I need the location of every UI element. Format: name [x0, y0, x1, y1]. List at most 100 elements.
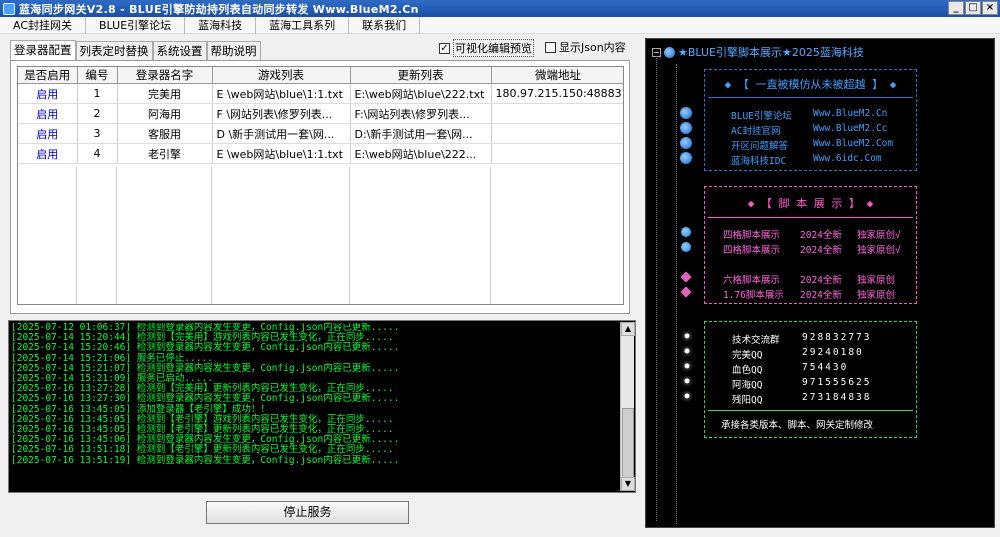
cell-game-list: F \网站列表\修罗列表...: [212, 103, 351, 124]
login-config-panel: 是否启用 编号 登录器名字 游戏列表 更新列表 微端地址 启用 1 完美用 E …: [10, 60, 630, 314]
scroll-thumb[interactable]: [622, 408, 634, 478]
minimize-button[interactable]: _: [948, 1, 964, 15]
table-row[interactable]: 启用 3 客服用 D \新手测试用一套\网... D:\新手测试用一套\网...: [18, 123, 623, 144]
scroll-down-icon[interactable]: ▼: [621, 477, 635, 491]
maximize-button[interactable]: □: [965, 1, 981, 15]
close-button[interactable]: ×: [982, 1, 998, 15]
link-url[interactable]: Www.BlueM2.Cn: [813, 108, 887, 119]
visual-edit-checkbox[interactable]: ✓: [439, 42, 450, 54]
cell-name: 阿海用: [117, 103, 213, 124]
tab-settings[interactable]: 系统设置: [152, 41, 207, 60]
stop-service-button[interactable]: 停止服务: [206, 501, 409, 524]
cell-update-list: E:\web网站\blue\222...: [350, 143, 492, 164]
qq-penguin-icon: [681, 346, 693, 360]
script-name[interactable]: 六格脚本展示: [723, 272, 780, 286]
tab-bar: 登录器配置 列表定时替换 系统设置 帮助说明: [10, 40, 261, 60]
show-json-checkbox[interactable]: [545, 41, 556, 53]
tree-root[interactable]: − ★BLUE引擎脚本展示★2025蓝海科技: [652, 44, 864, 60]
col-id[interactable]: 编号: [77, 67, 118, 84]
cell-enabled[interactable]: 启用: [18, 103, 78, 124]
col-enabled[interactable]: 是否启用: [18, 67, 78, 84]
cell-update-list: E:\web网站\blue\222.txt: [350, 83, 492, 104]
ie-icon: [680, 107, 692, 119]
cell-enabled[interactable]: 启用: [18, 143, 78, 164]
tree-line: [656, 56, 657, 521]
contact-value[interactable]: 928832773: [802, 332, 871, 343]
diamond-icon: [680, 286, 692, 298]
cell-game-list: D \新手测试用一套\网...: [212, 123, 351, 144]
contact-value[interactable]: 273184838: [802, 392, 871, 403]
menu-ac[interactable]: AC封挂网关: [0, 16, 87, 34]
menu-lanhai[interactable]: 蓝海科技: [185, 16, 257, 34]
table-row[interactable]: 启用 1 完美用 E \web网站\blue\1:1.txt E:\web网站\…: [18, 83, 623, 104]
tab-help[interactable]: 帮助说明: [206, 41, 261, 60]
cell-enabled[interactable]: 启用: [18, 123, 78, 144]
link-url[interactable]: Www.BlueM2.Cc: [813, 123, 887, 134]
menu-bar: AC封挂网关 BLUE引擎论坛 蓝海科技 蓝海工具系列 联系我们: [0, 16, 1000, 34]
cell-update-list: D:\新手测试用一套\网...: [350, 123, 492, 144]
cell-game-list: E \web网站\blue\1:1.txt: [212, 83, 351, 104]
cell-name: 完美用: [117, 83, 213, 104]
link-url[interactable]: Www.6idc.Com: [813, 153, 882, 164]
contact-value[interactable]: 29240180: [802, 347, 864, 358]
script-name[interactable]: 1.76脚本展示: [723, 287, 784, 301]
table-empty-area: [18, 167, 623, 304]
tab-login-config[interactable]: 登录器配置: [10, 40, 76, 60]
link-name[interactable]: 蓝海科技IDC: [731, 153, 786, 167]
col-update-list[interactable]: 更新列表: [350, 67, 492, 84]
cell-id: 1: [77, 83, 118, 104]
scripts-box: ◆ 【 脚 本 展 示 】 ◆ 四格脚本展示 2024全新 独家原创√ 四格脚本…: [704, 186, 917, 304]
divider: [708, 410, 913, 411]
app-icon: [3, 2, 15, 15]
script-name[interactable]: 四格脚本展示: [723, 227, 780, 241]
table-row[interactable]: 启用 2 阿海用 F \网站列表\修罗列表... F:\网站列表\修罗列表...: [18, 103, 623, 124]
table-header: 是否启用 编号 登录器名字 游戏列表 更新列表 微端地址: [18, 67, 623, 84]
visual-edit-option[interactable]: ✓ 可视化编辑预览: [439, 39, 534, 57]
show-json-option[interactable]: 显示Json内容: [545, 39, 626, 55]
table-row[interactable]: 启用 4 老引擎 E \web网站\blue\1:1.txt E:\web网站\…: [18, 143, 623, 164]
cell-name: 老引擎: [117, 143, 213, 164]
launcher-table: 是否启用 编号 登录器名字 游戏列表 更新列表 微端地址 启用 1 完美用 E …: [17, 66, 624, 305]
script-tag: 独家原创: [857, 275, 896, 286]
script-year: 2024全新: [800, 230, 842, 241]
cell-game-list: E \web网站\blue\1:1.txt: [212, 143, 351, 164]
script-tag: 独家原创: [857, 290, 896, 301]
cell-id: 3: [77, 123, 118, 144]
contact-label: 完美QQ: [732, 350, 763, 361]
link-name[interactable]: AC封挂官网: [731, 123, 780, 137]
cell-micro: 180.97.215.150:48883: [491, 83, 623, 104]
col-name[interactable]: 登录器名字: [117, 67, 213, 84]
title-bar: 蓝海同步网关V2.8 - BLUE引擎防劫持列表自动同步转发 Www.BlueM…: [0, 0, 1000, 17]
script-name[interactable]: 四格脚本展示: [723, 242, 780, 256]
qq-penguin-icon: [681, 376, 693, 390]
links-box-title: ◆ 【 一直被模仿从未被超越 】 ◆: [724, 78, 897, 91]
script-year: 2024全新: [800, 245, 842, 256]
script-year: 2024全新: [800, 275, 842, 286]
col-micro[interactable]: 微端地址: [491, 67, 623, 84]
cell-enabled[interactable]: 启用: [18, 83, 78, 104]
contact-value[interactable]: 754430: [802, 362, 848, 373]
ie-icon: [680, 122, 692, 134]
scroll-up-icon[interactable]: ▲: [621, 322, 635, 336]
menu-contact[interactable]: 联系我们: [349, 16, 421, 34]
script-tag: 独家原创√: [857, 245, 901, 256]
bullet-blue-icon: [681, 242, 691, 252]
menu-blue-forum[interactable]: BLUE引擎论坛: [86, 16, 186, 34]
log-console: [2025-07-12 01:06:37] 检测到登录器内容发生变更，Confi…: [8, 320, 636, 493]
qq-penguin-icon: [681, 331, 693, 345]
contact-value[interactable]: 971555625: [802, 377, 871, 388]
qq-penguin-icon: [681, 391, 693, 405]
col-game-list[interactable]: 游戏列表: [212, 67, 351, 84]
link-url[interactable]: Www.BlueM2.Com: [813, 138, 893, 149]
link-name[interactable]: BLUE引擎论坛: [731, 108, 792, 122]
menu-tools[interactable]: 蓝海工具系列: [256, 16, 350, 34]
show-json-label: 显示Json内容: [559, 41, 626, 54]
tab-list-replace[interactable]: 列表定时替换: [75, 41, 153, 60]
cell-micro: [491, 143, 623, 164]
ie-icon: [680, 152, 692, 164]
contact-label: 残阳QQ: [732, 395, 763, 406]
links-box: ◆ 【 一直被模仿从未被超越 】 ◆ BLUE引擎论坛 Www.BlueM2.C…: [704, 69, 917, 171]
window-title: 蓝海同步网关V2.8 - BLUE引擎防劫持列表自动同步转发 Www.BlueM…: [19, 2, 419, 16]
log-scrollbar[interactable]: ▲ ▼: [620, 322, 635, 491]
link-name[interactable]: 开区问题解答: [731, 138, 788, 152]
